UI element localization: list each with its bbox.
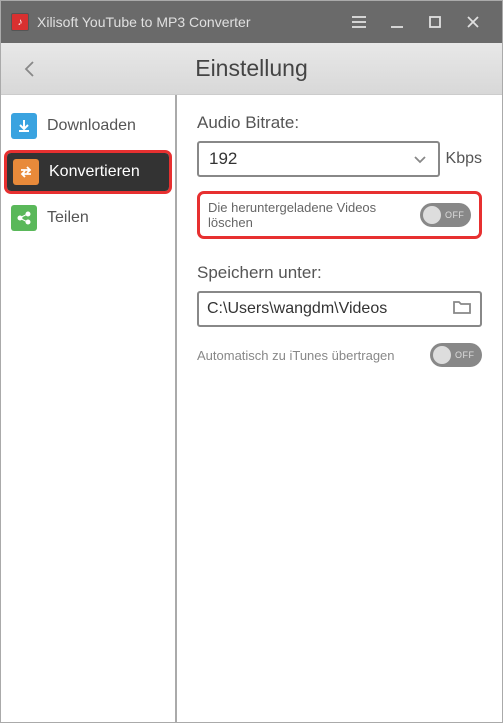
page-title: Einstellung [45, 55, 458, 82]
app-title: Xilisoft YouTube to MP3 Converter [37, 14, 340, 30]
sidebar-item-label: Konvertieren [49, 163, 140, 181]
convert-icon [13, 159, 39, 185]
itunes-label: Automatisch zu iTunes übertragen [197, 348, 395, 363]
titlebar: ♪ Xilisoft YouTube to MP3 Converter [1, 1, 502, 43]
delete-downloaded-toggle[interactable]: OFF [420, 203, 471, 227]
chevron-down-icon [412, 151, 428, 167]
header: Einstellung [1, 43, 502, 95]
main-panel: Audio Bitrate: 192 Kbps Die heruntergela… [177, 95, 502, 722]
bitrate-label: Audio Bitrate: [197, 113, 482, 133]
back-button[interactable] [15, 54, 45, 84]
toggle-state: OFF [445, 210, 465, 220]
download-icon [11, 113, 37, 139]
bitrate-value: 192 [209, 149, 237, 169]
menu-button[interactable] [340, 1, 378, 43]
browse-folder-button[interactable] [452, 299, 472, 320]
delete-downloaded-label: Die heruntergeladene Videos löschen [208, 200, 420, 230]
itunes-toggle[interactable]: OFF [430, 343, 482, 367]
save-path-value: C:\Users\wangdm\Videos [207, 300, 387, 318]
content: Downloaden Konvertieren Teilen Audio Bit… [1, 95, 502, 722]
minimize-button[interactable] [378, 1, 416, 43]
save-path-field[interactable]: C:\Users\wangdm\Videos [197, 291, 482, 327]
sidebar: Downloaden Konvertieren Teilen [1, 95, 177, 722]
sidebar-item-share[interactable]: Teilen [1, 197, 175, 239]
itunes-row: Automatisch zu iTunes übertragen OFF [197, 343, 482, 367]
sidebar-item-label: Downloaden [47, 117, 136, 135]
sidebar-item-label: Teilen [47, 209, 89, 227]
bitrate-unit: Kbps [446, 150, 482, 168]
save-label: Speichern unter: [197, 263, 482, 283]
maximize-button[interactable] [416, 1, 454, 43]
sidebar-item-convert[interactable]: Konvertieren [7, 153, 169, 191]
share-icon [11, 205, 37, 231]
toggle-knob [423, 206, 441, 224]
highlight-convert: Konvertieren [4, 150, 172, 194]
toggle-knob [433, 346, 451, 364]
bitrate-select[interactable]: 192 [197, 141, 440, 177]
app-icon: ♪ [11, 13, 29, 31]
close-button[interactable] [454, 1, 492, 43]
delete-downloaded-row: Die heruntergeladene Videos löschen OFF [197, 191, 482, 239]
sidebar-item-download[interactable]: Downloaden [1, 105, 175, 147]
toggle-state: OFF [455, 350, 475, 360]
